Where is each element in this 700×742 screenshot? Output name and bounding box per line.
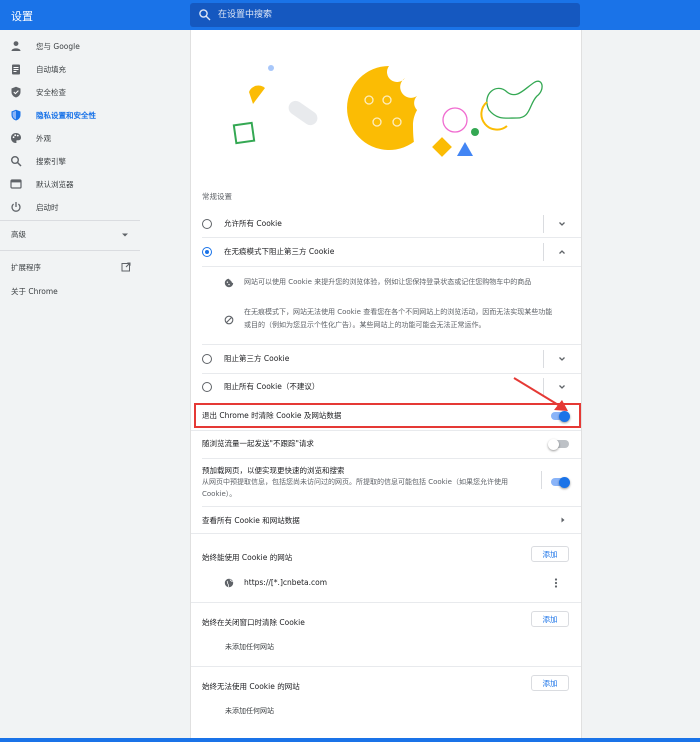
sidebar-item-label: 隐私设置和安全性 bbox=[36, 111, 96, 120]
see-all-cookies-row[interactable]: 查看所有 Cookie 和网站数据 bbox=[191, 507, 581, 533]
extensions-label: 扩展程序 bbox=[11, 263, 41, 272]
clear-on-close-title: 始终在关闭窗口时清除 Cookie bbox=[202, 618, 305, 627]
search-icon bbox=[199, 9, 211, 21]
option-label: 允许所有 Cookie bbox=[224, 219, 282, 228]
option-label: 在无痕模式下阻止第三方 Cookie bbox=[224, 247, 335, 256]
sidebar-item-on-startup[interactable]: 启动时 bbox=[0, 196, 140, 218]
add-block-site-button[interactable]: 添加 bbox=[531, 675, 569, 691]
search-input[interactable] bbox=[218, 3, 568, 27]
globe-icon bbox=[224, 578, 234, 588]
sidebar-item-privacy[interactable]: 隐私设置和安全性 bbox=[0, 104, 140, 126]
sidebar-item-advanced[interactable]: 高级 bbox=[0, 227, 140, 243]
sidebar-item-label: 外观 bbox=[36, 134, 51, 143]
clipboard-icon bbox=[12, 64, 20, 75]
sidebar-item-label: 您与 Google bbox=[36, 42, 80, 51]
browser-icon bbox=[10, 179, 22, 189]
sidebar-item-label: 搜索引擎 bbox=[36, 157, 66, 166]
incognito-detail-text: 在无痕模式下，网站无法使用 Cookie 查看您在各个不同网站上的浏览活动，因而… bbox=[244, 308, 553, 316]
do-not-track-label: 随浏览流量一起发送"不跟踪"请求 bbox=[202, 439, 314, 448]
never-allow-title: 始终无法使用 Cookie 的网站 bbox=[202, 682, 300, 691]
incognito-detail-text: 或目的（例如为您显示个性化广告）。某些网站上的功能可能会无法正常运作。 bbox=[244, 321, 486, 329]
sidebar-item-safety-check[interactable]: 安全检查 bbox=[0, 81, 140, 103]
empty-list-text: 未添加任何网站 bbox=[225, 707, 274, 715]
row-divider bbox=[543, 215, 544, 233]
sidebar-item-label: 默认浏览器 bbox=[36, 180, 74, 189]
always-allow-title: 始终能使用 Cookie 的网站 bbox=[202, 553, 293, 562]
sidebar: 您与 Google 自动填充 安全检查 隐私设置和安全性 外观 搜索引擎 默认浏… bbox=[0, 30, 140, 742]
allow-site-url: https://[*.]cnbeta.com bbox=[244, 578, 328, 587]
chevron-down-icon[interactable] bbox=[557, 354, 567, 364]
allow-site-row: https://[*.]cnbeta.com bbox=[191, 571, 581, 595]
person-icon bbox=[11, 41, 21, 51]
radio-allow-all[interactable] bbox=[202, 219, 212, 229]
sidebar-divider bbox=[0, 220, 140, 221]
row-divider bbox=[543, 350, 544, 368]
app-title: 设置 bbox=[11, 10, 33, 23]
sidebar-item-label: 自动填充 bbox=[36, 65, 66, 74]
caret-down-icon bbox=[122, 233, 128, 237]
bottom-edge-bar bbox=[0, 738, 700, 742]
add-clear-site-button[interactable]: 添加 bbox=[531, 611, 569, 627]
palette-icon bbox=[11, 133, 21, 143]
option-block-third-party[interactable]: 阻止第三方 Cookie bbox=[191, 345, 581, 373]
top-app-bar: 设置 bbox=[0, 0, 700, 30]
row-divider bbox=[541, 471, 542, 489]
block-icon bbox=[224, 315, 234, 325]
toggle-knob bbox=[559, 476, 570, 488]
preload-description: 从网页中预提取信息，包括您尚未访问过的网页。所提取的信息可能包括 Cookie（… bbox=[202, 478, 508, 486]
cookie-icon bbox=[224, 278, 234, 288]
option-label: 阻止所有 Cookie（不建议） bbox=[224, 382, 320, 391]
sidebar-item-label: 启动时 bbox=[36, 203, 59, 212]
empty-list-text: 未添加任何网站 bbox=[225, 643, 274, 651]
shield-check-icon bbox=[11, 86, 21, 98]
preload-row[interactable]: 预加载网页，以便实现更快速的浏览和搜索 从网页中预提取信息，包括您尚未访问过的网… bbox=[191, 459, 581, 505]
radio-block-all[interactable] bbox=[202, 382, 212, 392]
option-label: 阻止第三方 Cookie bbox=[224, 354, 290, 363]
radio-block-incognito[interactable] bbox=[202, 247, 212, 257]
row-divider bbox=[543, 243, 544, 261]
option-block-incognito[interactable]: 在无痕模式下阻止第三方 Cookie bbox=[191, 238, 581, 266]
shield-icon bbox=[11, 109, 21, 121]
sidebar-item-about-chrome[interactable]: 关于 Chrome bbox=[11, 286, 58, 297]
do-not-track-row[interactable]: 随浏览流量一起发送"不跟踪"请求 bbox=[191, 430, 581, 458]
chevron-down-icon[interactable] bbox=[557, 219, 567, 229]
row-divider bbox=[191, 533, 581, 534]
sidebar-item-extensions[interactable]: 扩展程序 bbox=[0, 260, 140, 276]
cookie-illustration bbox=[232, 65, 543, 177]
power-icon bbox=[11, 202, 21, 212]
arrow-right-icon bbox=[561, 517, 565, 523]
preload-description: Cookie）。 bbox=[202, 490, 237, 498]
add-allow-site-button[interactable]: 添加 bbox=[531, 546, 569, 562]
radio-block-third-party[interactable] bbox=[202, 354, 212, 364]
sidebar-item-default-browser[interactable]: 默认浏览器 bbox=[0, 173, 140, 195]
sidebar-item-label: 安全检查 bbox=[36, 88, 66, 97]
option-allow-all[interactable]: 允许所有 Cookie bbox=[191, 210, 581, 238]
see-all-cookies-label: 查看所有 Cookie 和网站数据 bbox=[202, 516, 300, 525]
sidebar-item-you-and-google[interactable]: 您与 Google bbox=[0, 35, 140, 57]
incognito-detail-text: 网站可以使用 Cookie 来提升您的浏览体验，例如让您保持登录状态或记住您购物… bbox=[244, 278, 532, 286]
sidebar-item-autofill[interactable]: 自动填充 bbox=[0, 58, 140, 80]
search-box[interactable] bbox=[190, 3, 580, 27]
chevron-up-icon[interactable] bbox=[557, 247, 567, 257]
more-vert-icon[interactable] bbox=[553, 577, 559, 589]
advanced-label: 高级 bbox=[11, 230, 26, 239]
general-settings-title: 常规设置 bbox=[202, 192, 232, 201]
row-divider bbox=[191, 666, 581, 667]
row-divider bbox=[191, 602, 581, 603]
sidebar-divider bbox=[0, 250, 140, 251]
sidebar-item-appearance[interactable]: 外观 bbox=[0, 127, 140, 149]
annotation-arrow bbox=[513, 377, 568, 411]
preload-title: 预加载网页，以便实现更快速的浏览和搜索 bbox=[202, 466, 345, 475]
row-divider bbox=[202, 266, 581, 267]
sidebar-item-search-engine[interactable]: 搜索引擎 bbox=[0, 150, 140, 172]
search-icon bbox=[11, 156, 22, 167]
toggle-knob bbox=[548, 438, 559, 450]
open-in-new-icon bbox=[121, 262, 131, 272]
